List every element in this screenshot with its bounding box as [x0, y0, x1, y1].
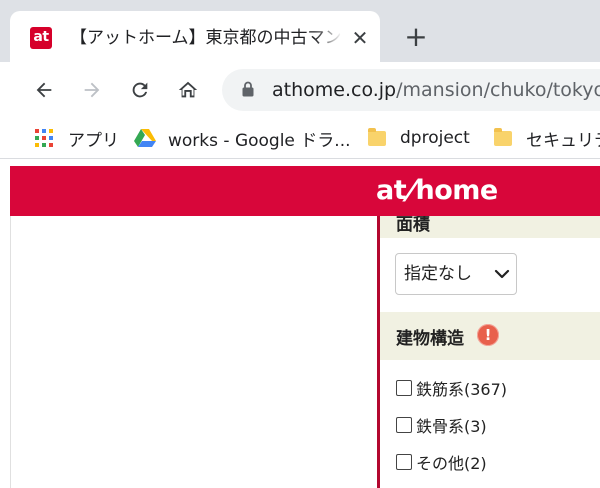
filter-panel: 面積 指定なし 建物構造 ! 鉄筋系(367) 鉄骨系(3) その他(2): [377, 216, 600, 488]
browser-tab-strip: at 【アットホーム】東京都の中古マンション ✕ +: [0, 0, 600, 62]
area-section-header: 面積: [380, 216, 600, 238]
forward-arrow-icon: [84, 82, 100, 98]
page-left-border: [10, 216, 11, 488]
bookmark-label: works - Google ドラ...: [168, 130, 351, 151]
area-select[interactable]: 指定なし: [395, 253, 517, 295]
forward-button[interactable]: [76, 74, 108, 106]
bookmark-apps[interactable]: アプリ: [34, 118, 119, 158]
url-host: athome.co.jp: [272, 79, 397, 101]
logo-text-home: home: [415, 175, 499, 206]
option-label: 鉄筋系(367): [416, 380, 508, 399]
browser-toolbar: athome.co.jp/mansion/chuko/tokyo: [0, 62, 600, 118]
info-alert-icon[interactable]: !: [477, 324, 499, 346]
site-header: at/home: [10, 166, 600, 216]
reload-icon: [132, 82, 148, 98]
folder-icon: [494, 127, 512, 146]
athome-favicon-icon: at: [30, 27, 52, 49]
checkbox[interactable]: [396, 454, 412, 470]
bookmark-google-drive[interactable]: works - Google ドラ...: [134, 118, 351, 158]
apps-grid-icon: [35, 129, 53, 147]
area-select-value: 指定なし: [404, 264, 472, 284]
address-bar[interactable]: athome.co.jp/mansion/chuko/tokyo: [222, 69, 600, 111]
option-label: その他(2): [416, 454, 487, 473]
home-icon: [178, 81, 198, 98]
close-tab-icon[interactable]: ✕: [348, 26, 372, 50]
reload-button[interactable]: [124, 74, 156, 106]
google-drive-icon: [134, 129, 156, 147]
url-text: athome.co.jp/mansion/chuko/tokyo: [272, 69, 600, 111]
new-tab-button[interactable]: +: [402, 23, 430, 52]
bookmark-label: dproject: [400, 128, 470, 148]
structure-option-rc[interactable]: 鉄筋系(367): [396, 376, 507, 400]
folder-icon: [368, 127, 386, 146]
bookmark-label: セキュリティ: [526, 130, 600, 151]
checkbox[interactable]: [396, 380, 412, 396]
bookmarks-bar: アプリ works - Google ドラ... dproject セキュリティ: [0, 118, 600, 159]
option-label: 鉄骨系(3): [416, 417, 487, 436]
home-button[interactable]: [172, 74, 204, 106]
lock-icon: [242, 81, 254, 97]
back-button[interactable]: [28, 74, 60, 106]
athome-logo[interactable]: at/home: [376, 175, 498, 207]
area-heading: 面積: [396, 216, 430, 235]
structure-section-header: 建物構造 !: [380, 312, 600, 360]
url-path: /mansion/chuko/tokyo: [396, 79, 600, 101]
checkbox[interactable]: [396, 417, 412, 433]
bookmark-dproject[interactable]: dproject: [368, 118, 470, 158]
tab-title: 【アットホーム】東京都の中古マンション: [70, 25, 342, 51]
chevron-down-icon: [494, 269, 510, 279]
structure-option-other[interactable]: その他(2): [396, 450, 487, 474]
structure-option-steel[interactable]: 鉄骨系(3): [396, 413, 487, 437]
bookmark-security[interactable]: セキュリティ: [494, 118, 600, 158]
bookmark-label: アプリ: [68, 130, 119, 151]
structure-heading: 建物構造: [396, 329, 464, 349]
back-arrow-icon: [36, 82, 52, 98]
